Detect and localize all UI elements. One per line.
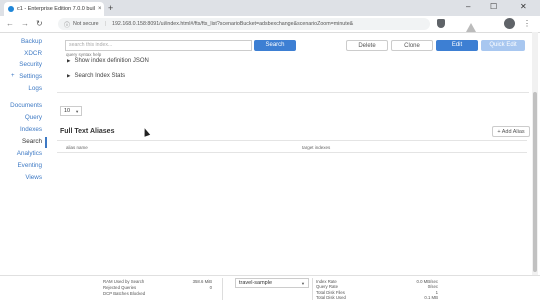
chevron-down-icon: ▼: [301, 280, 305, 286]
settings-expand-icon[interactable]: +: [11, 73, 15, 79]
brave-shield-icon[interactable]: [437, 19, 445, 28]
stat-value: 358.6 MiB: [192, 279, 212, 284]
expand-triangle-icon: ▶: [67, 58, 71, 63]
stat-value: 0.1 MB: [424, 295, 438, 300]
bucket-select[interactable]: travel-sample ▼: [235, 278, 309, 288]
bucket-select-value: travel-sample: [239, 280, 273, 286]
window-maximize-button[interactable]: ☐: [490, 1, 497, 13]
query-syntax-help-link[interactable]: query syntax help: [66, 52, 101, 57]
stat-label: RAM Used by Search: [103, 279, 145, 284]
nav-analytics[interactable]: Analytics: [17, 150, 42, 157]
delete-button[interactable]: Delete: [346, 40, 388, 51]
section-divider: [57, 92, 529, 93]
nav-settings[interactable]: Settings: [19, 73, 42, 80]
page-size-select[interactable]: 10 ▼: [60, 106, 82, 116]
search-input[interactable]: search this index...: [65, 40, 252, 51]
edit-button[interactable]: Edit: [436, 40, 478, 51]
tab-close-icon[interactable]: ×: [98, 6, 102, 12]
window-minimize-button[interactable]: –: [466, 1, 470, 13]
nav-security[interactable]: Security: [19, 61, 42, 68]
show-index-json-label: Show index definition JSON: [74, 58, 149, 64]
not-secure-label: Not secure: [73, 21, 99, 27]
clone-button[interactable]: Clone: [391, 40, 433, 51]
couchbase-favicon-icon: [8, 6, 14, 12]
browser-menu-icon[interactable]: ⋮: [523, 18, 531, 30]
stat-label: Total Disk Used: [316, 295, 346, 300]
extension-icon[interactable]: [466, 19, 476, 32]
col-alias-name: alias name: [66, 145, 88, 150]
footer-divider: [312, 278, 313, 300]
nav-active-indicator: [45, 137, 47, 148]
aliases-header-divider: [57, 140, 527, 141]
stat-label: Query Rate: [316, 284, 338, 289]
address-separator: |: [104, 21, 107, 27]
quick-edit-button[interactable]: Quick Edit: [481, 40, 525, 51]
nav-logs[interactable]: Logs: [28, 85, 42, 92]
stat-label: DCP Batches Blocked: [103, 291, 146, 296]
url-text: 192.168.0.158:8091/ui/index.html#/fts/ft…: [112, 21, 354, 27]
not-secure-icon: ⓘ: [64, 22, 71, 29]
stat-value: 0/sec: [427, 284, 438, 289]
show-index-json-toggle[interactable]: ▶ Show index definition JSON: [67, 58, 149, 64]
nav-backup[interactable]: Backup: [21, 38, 42, 45]
nav-search[interactable]: Search: [22, 138, 42, 145]
search-index-stats-label: Search Index Stats: [74, 73, 126, 79]
nav-query[interactable]: Query: [25, 114, 42, 121]
footer-divider: [222, 278, 223, 300]
stat-label: Rejected Queries: [103, 285, 137, 290]
address-bar[interactable]: ⓘ Not secure | 192.168.0.158:8091/ui/ind…: [58, 18, 430, 30]
nav-eventing[interactable]: Eventing: [17, 162, 42, 169]
stat-value: 0: [209, 285, 212, 290]
forward-button[interactable]: →: [21, 18, 29, 30]
mouse-cursor-icon: [141, 127, 151, 137]
search-button[interactable]: Search: [254, 40, 296, 51]
browser-tab[interactable]: c1 - Enterprise Edition 7.0.0 buil ×: [4, 2, 104, 16]
nav-indexes[interactable]: Indexes: [20, 126, 42, 133]
nav-views[interactable]: Views: [25, 174, 42, 181]
new-tab-button[interactable]: +: [108, 3, 113, 13]
expand-triangle-icon: ▶: [67, 73, 71, 78]
add-alias-button[interactable]: + Add Alias: [492, 126, 530, 137]
chevron-down-icon: ▼: [75, 108, 80, 114]
page-size-value: 10: [64, 108, 71, 114]
nav-documents[interactable]: Documents: [10, 102, 42, 109]
window-close-button[interactable]: ✕: [520, 1, 527, 13]
back-button[interactable]: ←: [6, 18, 14, 30]
nav-xdcr[interactable]: XDCR: [24, 50, 42, 57]
search-index-stats-toggle[interactable]: ▶ Search Index Stats: [67, 73, 125, 79]
reload-button[interactable]: ↻: [36, 18, 43, 30]
profile-avatar-icon[interactable]: [504, 18, 515, 29]
aliases-row-divider: [57, 152, 527, 153]
aliases-title: Full Text Aliases: [60, 128, 115, 135]
tab-title: c1 - Enterprise Edition 7.0.0 buil: [17, 6, 95, 12]
col-target-indexes: target indexes: [302, 145, 331, 150]
scrollbar-thumb[interactable]: [533, 92, 537, 272]
